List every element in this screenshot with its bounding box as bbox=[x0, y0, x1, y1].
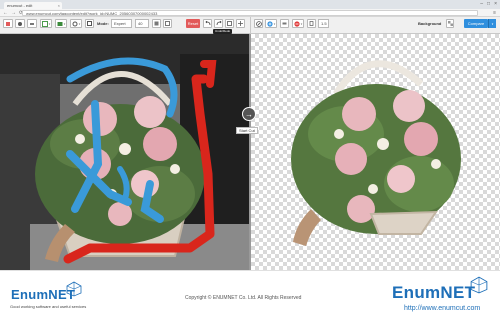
erase-icon bbox=[282, 22, 287, 25]
copy-icon bbox=[86, 20, 92, 26]
undo-icon bbox=[204, 21, 210, 26]
address-bar-row: ← → ⟳ www.enumcut.com/tagcontent/edit?wo… bbox=[0, 9, 500, 17]
layer-tool-button[interactable]: ▾ bbox=[55, 19, 67, 28]
hand-tool-button[interactable] bbox=[307, 19, 316, 28]
nav-buttons: ← → ⟳ bbox=[3, 10, 23, 16]
maximize-icon[interactable]: □ bbox=[487, 1, 490, 7]
chevron-down-icon: ▾ bbox=[273, 21, 276, 26]
plus-circle-icon bbox=[267, 20, 273, 27]
tagline: Good working software and useful service… bbox=[10, 304, 87, 309]
undo-button[interactable] bbox=[203, 19, 212, 28]
compare-button[interactable]: Compare bbox=[464, 19, 488, 28]
move-icon bbox=[238, 21, 243, 26]
remove-tool-button[interactable]: ▾ bbox=[292, 19, 304, 28]
marker-icon bbox=[6, 21, 10, 26]
toolbar-divider bbox=[250, 17, 251, 34]
checker-icon bbox=[447, 21, 453, 26]
reset-button[interactable]: Reset bbox=[186, 19, 200, 28]
tab-title: enumcut - edit bbox=[7, 3, 33, 8]
erase-tool-button[interactable] bbox=[280, 19, 289, 28]
outline-tool-button[interactable] bbox=[163, 19, 172, 28]
browser-tab-bar: enumcut - edit × – □ × bbox=[0, 0, 500, 9]
brush-size-select[interactable]: 40 bbox=[135, 19, 149, 28]
pen-tool-button[interactable] bbox=[254, 19, 263, 28]
chevron-down-icon: ▾ bbox=[78, 21, 81, 26]
view-tool-button[interactable]: ▾ bbox=[70, 19, 82, 28]
chevron-down-icon: ▾ bbox=[300, 21, 303, 26]
mode-label: Mode: bbox=[97, 21, 109, 26]
fit-icon bbox=[227, 21, 232, 26]
view-icon bbox=[72, 21, 78, 26]
hand-icon bbox=[309, 21, 314, 26]
close-window-icon[interactable]: × bbox=[494, 1, 497, 7]
mode-select[interactable]: Expert bbox=[111, 19, 132, 28]
fit-button[interactable] bbox=[225, 19, 234, 28]
back-icon[interactable]: ← bbox=[3, 10, 8, 16]
zoom-select[interactable]: 1.5 bbox=[318, 19, 329, 28]
copy-tool-button[interactable] bbox=[85, 19, 94, 28]
add-tool-button[interactable]: ▾ bbox=[265, 19, 277, 28]
start-cut-button[interactable]: → bbox=[242, 107, 256, 121]
brand-logo-right[interactable]: EnumNET bbox=[392, 283, 475, 303]
source-photo bbox=[0, 34, 249, 270]
copyright-text: Copyright © ENUMNET Co. Ltd. All Rights … bbox=[185, 295, 302, 301]
browser-tab[interactable]: enumcut - edit × bbox=[4, 2, 62, 9]
tab-close-icon[interactable]: × bbox=[58, 3, 60, 8]
grid-icon bbox=[41, 20, 48, 27]
source-canvas[interactable] bbox=[0, 34, 249, 270]
url-input[interactable]: www.enumcut.com/tagcontent/edit?work_id=… bbox=[22, 10, 478, 16]
pen-icon bbox=[255, 20, 262, 27]
redo-button[interactable] bbox=[214, 19, 223, 28]
result-canvas[interactable] bbox=[251, 34, 500, 270]
editor-toolbar: ▾ ▾ ▾ Mode: Expert 40 Reset Undo/Redo ▾ bbox=[0, 17, 500, 34]
browser-menu-icon[interactable]: ≡ bbox=[493, 10, 496, 16]
select-tool-button[interactable]: ▾ bbox=[40, 19, 52, 28]
background-color-button[interactable] bbox=[446, 19, 454, 28]
minus-circle-icon bbox=[294, 20, 300, 27]
move-button[interactable] bbox=[236, 19, 245, 28]
compare-dropdown-icon[interactable]: ▾ bbox=[488, 19, 496, 28]
marker-tool-button[interactable] bbox=[3, 19, 13, 28]
fill-icon bbox=[154, 21, 159, 26]
eraser-icon bbox=[30, 22, 34, 25]
chevron-down-icon: ▾ bbox=[48, 21, 51, 26]
brush-tool-button[interactable] bbox=[15, 19, 25, 28]
site-url-link[interactable]: http://www.enumcut.com bbox=[404, 305, 480, 312]
redo-icon bbox=[216, 21, 222, 26]
fill-tool-button[interactable] bbox=[152, 19, 161, 28]
page-footer: EnumNET Good working software and useful… bbox=[0, 270, 500, 322]
start-cut-label: Start Cut bbox=[236, 127, 258, 134]
brand-logo-left[interactable]: EnumNET bbox=[11, 287, 75, 302]
eraser-tool-button[interactable] bbox=[27, 19, 37, 28]
layers-icon bbox=[57, 21, 63, 26]
forward-icon[interactable]: → bbox=[11, 10, 16, 16]
window-controls: – □ × bbox=[480, 1, 497, 7]
brush-icon bbox=[18, 21, 22, 26]
cutout-image bbox=[291, 60, 461, 246]
chevron-down-icon: ▾ bbox=[63, 21, 66, 26]
minimize-icon[interactable]: – bbox=[480, 1, 483, 7]
background-label: Background bbox=[418, 21, 442, 26]
outline-icon bbox=[165, 21, 170, 26]
